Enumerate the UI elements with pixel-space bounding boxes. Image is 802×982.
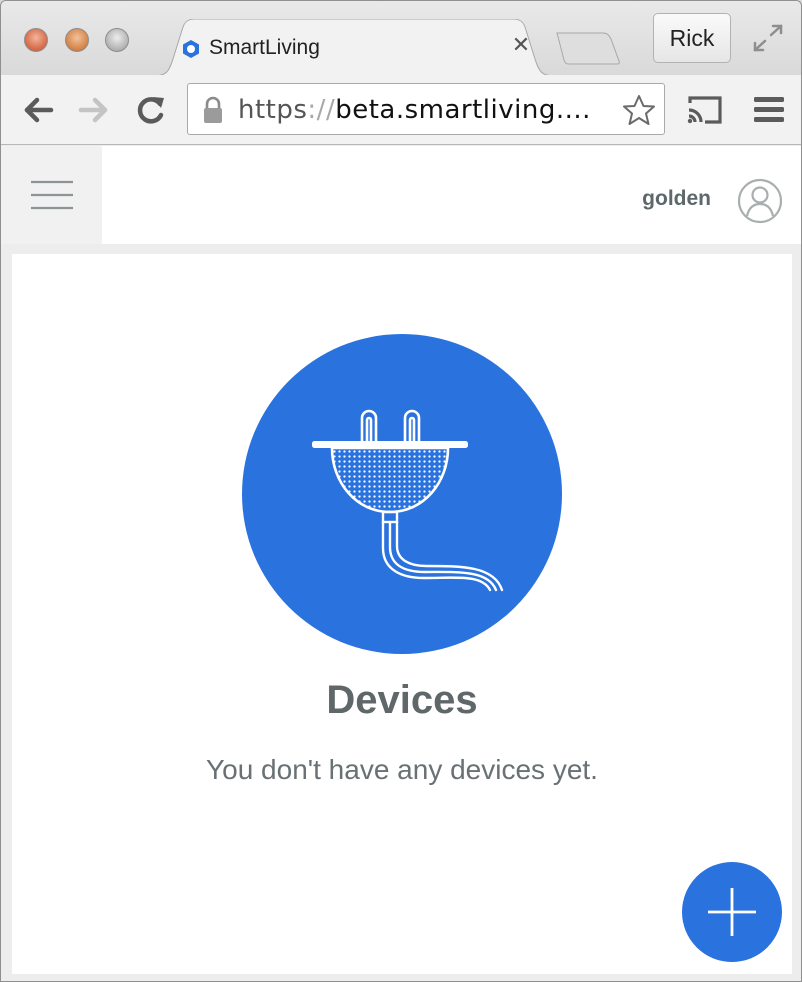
username-label: golden <box>642 187 711 210</box>
page-content: golden Devices You don't have any device… <box>1 146 801 981</box>
star-icon[interactable] <box>622 94 656 126</box>
plug-icon <box>312 409 504 592</box>
smartliving-logo-icon <box>183 40 199 58</box>
window-minimize-button[interactable] <box>65 28 89 52</box>
empty-state-title: Devices <box>326 678 478 722</box>
cast-icon[interactable] <box>685 93 725 127</box>
hamburger-icon[interactable] <box>751 93 787 127</box>
arrow-left-icon[interactable] <box>21 93 57 127</box>
address-bar[interactable]: https://beta.smartliving.... <box>187 83 665 135</box>
app-bar: golden <box>1 146 801 244</box>
empty-state-message: You don't have any devices yet. <box>206 754 598 785</box>
fullscreen-icon[interactable] <box>751 23 785 53</box>
title-bar: SmartLiving ✕ Rick <box>1 1 801 76</box>
plus-icon <box>708 888 756 936</box>
new-tab-button[interactable] <box>553 31 623 65</box>
window-close-button[interactable] <box>24 28 48 52</box>
profile-button[interactable]: Rick <box>653 13 731 63</box>
menu-button[interactable] <box>1 146 102 244</box>
devices-empty-state: Devices You don't have any devices yet. <box>12 254 792 974</box>
tab-title: SmartLiving <box>209 36 320 59</box>
reload-icon[interactable] <box>133 93 169 127</box>
browser-window: SmartLiving ✕ Rick https://beta.smartliv… <box>0 0 802 982</box>
devices-illustration <box>242 334 562 654</box>
window-zoom-button[interactable] <box>105 28 129 52</box>
browser-toolbar: https://beta.smartliving.... <box>1 75 801 145</box>
user-avatar-icon[interactable] <box>737 178 783 224</box>
lock-icon <box>204 96 222 123</box>
add-device-button[interactable] <box>682 862 782 962</box>
hamburger-icon[interactable] <box>31 180 73 210</box>
tab-close-icon[interactable]: ✕ <box>510 34 532 56</box>
arrow-right-icon[interactable] <box>75 93 111 127</box>
url-text: https://beta.smartliving.... <box>238 95 591 125</box>
browser-tab[interactable]: SmartLiving ✕ <box>153 19 555 76</box>
